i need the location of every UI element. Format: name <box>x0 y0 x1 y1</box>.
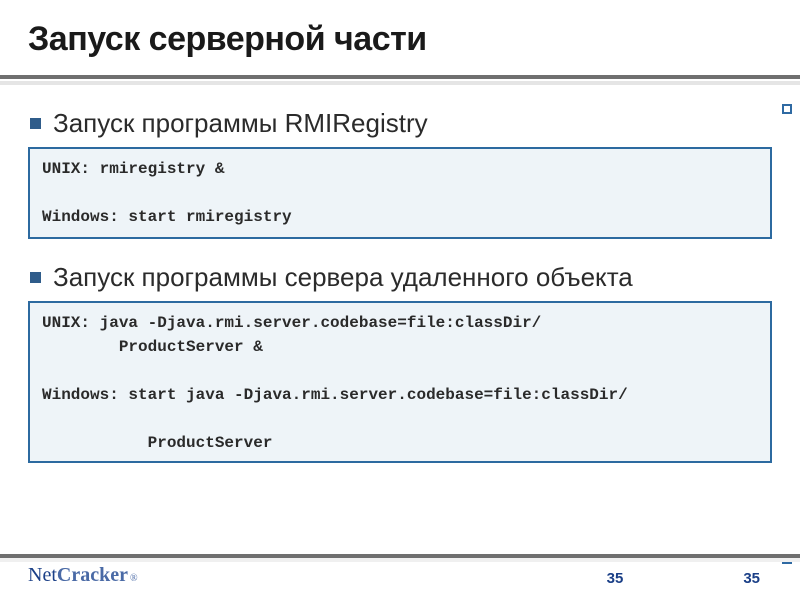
slide-content: Запуск программы RMIRegistry UNIX: rmire… <box>28 107 772 463</box>
bullet-item: Запуск программы сервера удаленного объе… <box>28 261 772 295</box>
page-numbers: 35 35 <box>607 570 760 587</box>
logo: NetCracker® <box>28 564 138 587</box>
code-block-rmiregistry: UNIX: rmiregistry & Windows: start rmire… <box>28 147 772 239</box>
title-underline <box>0 75 800 79</box>
footer-divider <box>0 554 800 558</box>
bullet-text: Запуск программы RMIRegistry <box>53 107 428 141</box>
logo-text-net: Net <box>28 564 57 587</box>
footer: NetCracker® 35 35 <box>0 554 800 600</box>
bullet-icon <box>30 272 41 283</box>
bullet-item: Запуск программы RMIRegistry <box>28 107 772 141</box>
decor-square-icon <box>782 104 792 114</box>
bullet-text: Запуск программы сервера удаленного объе… <box>53 261 633 295</box>
slide-title: Запуск серверной части <box>28 20 772 59</box>
logo-registered-icon: ® <box>130 573 138 584</box>
page-number: 35 <box>607 570 624 587</box>
slide: Запуск серверной части Запуск программы … <box>0 0 800 600</box>
code-block-server: UNIX: java -Djava.rmi.server.codebase=fi… <box>28 301 772 463</box>
logo-text-cracker: Cracker <box>57 564 128 587</box>
page-number: 35 <box>743 570 760 587</box>
bullet-icon <box>30 118 41 129</box>
